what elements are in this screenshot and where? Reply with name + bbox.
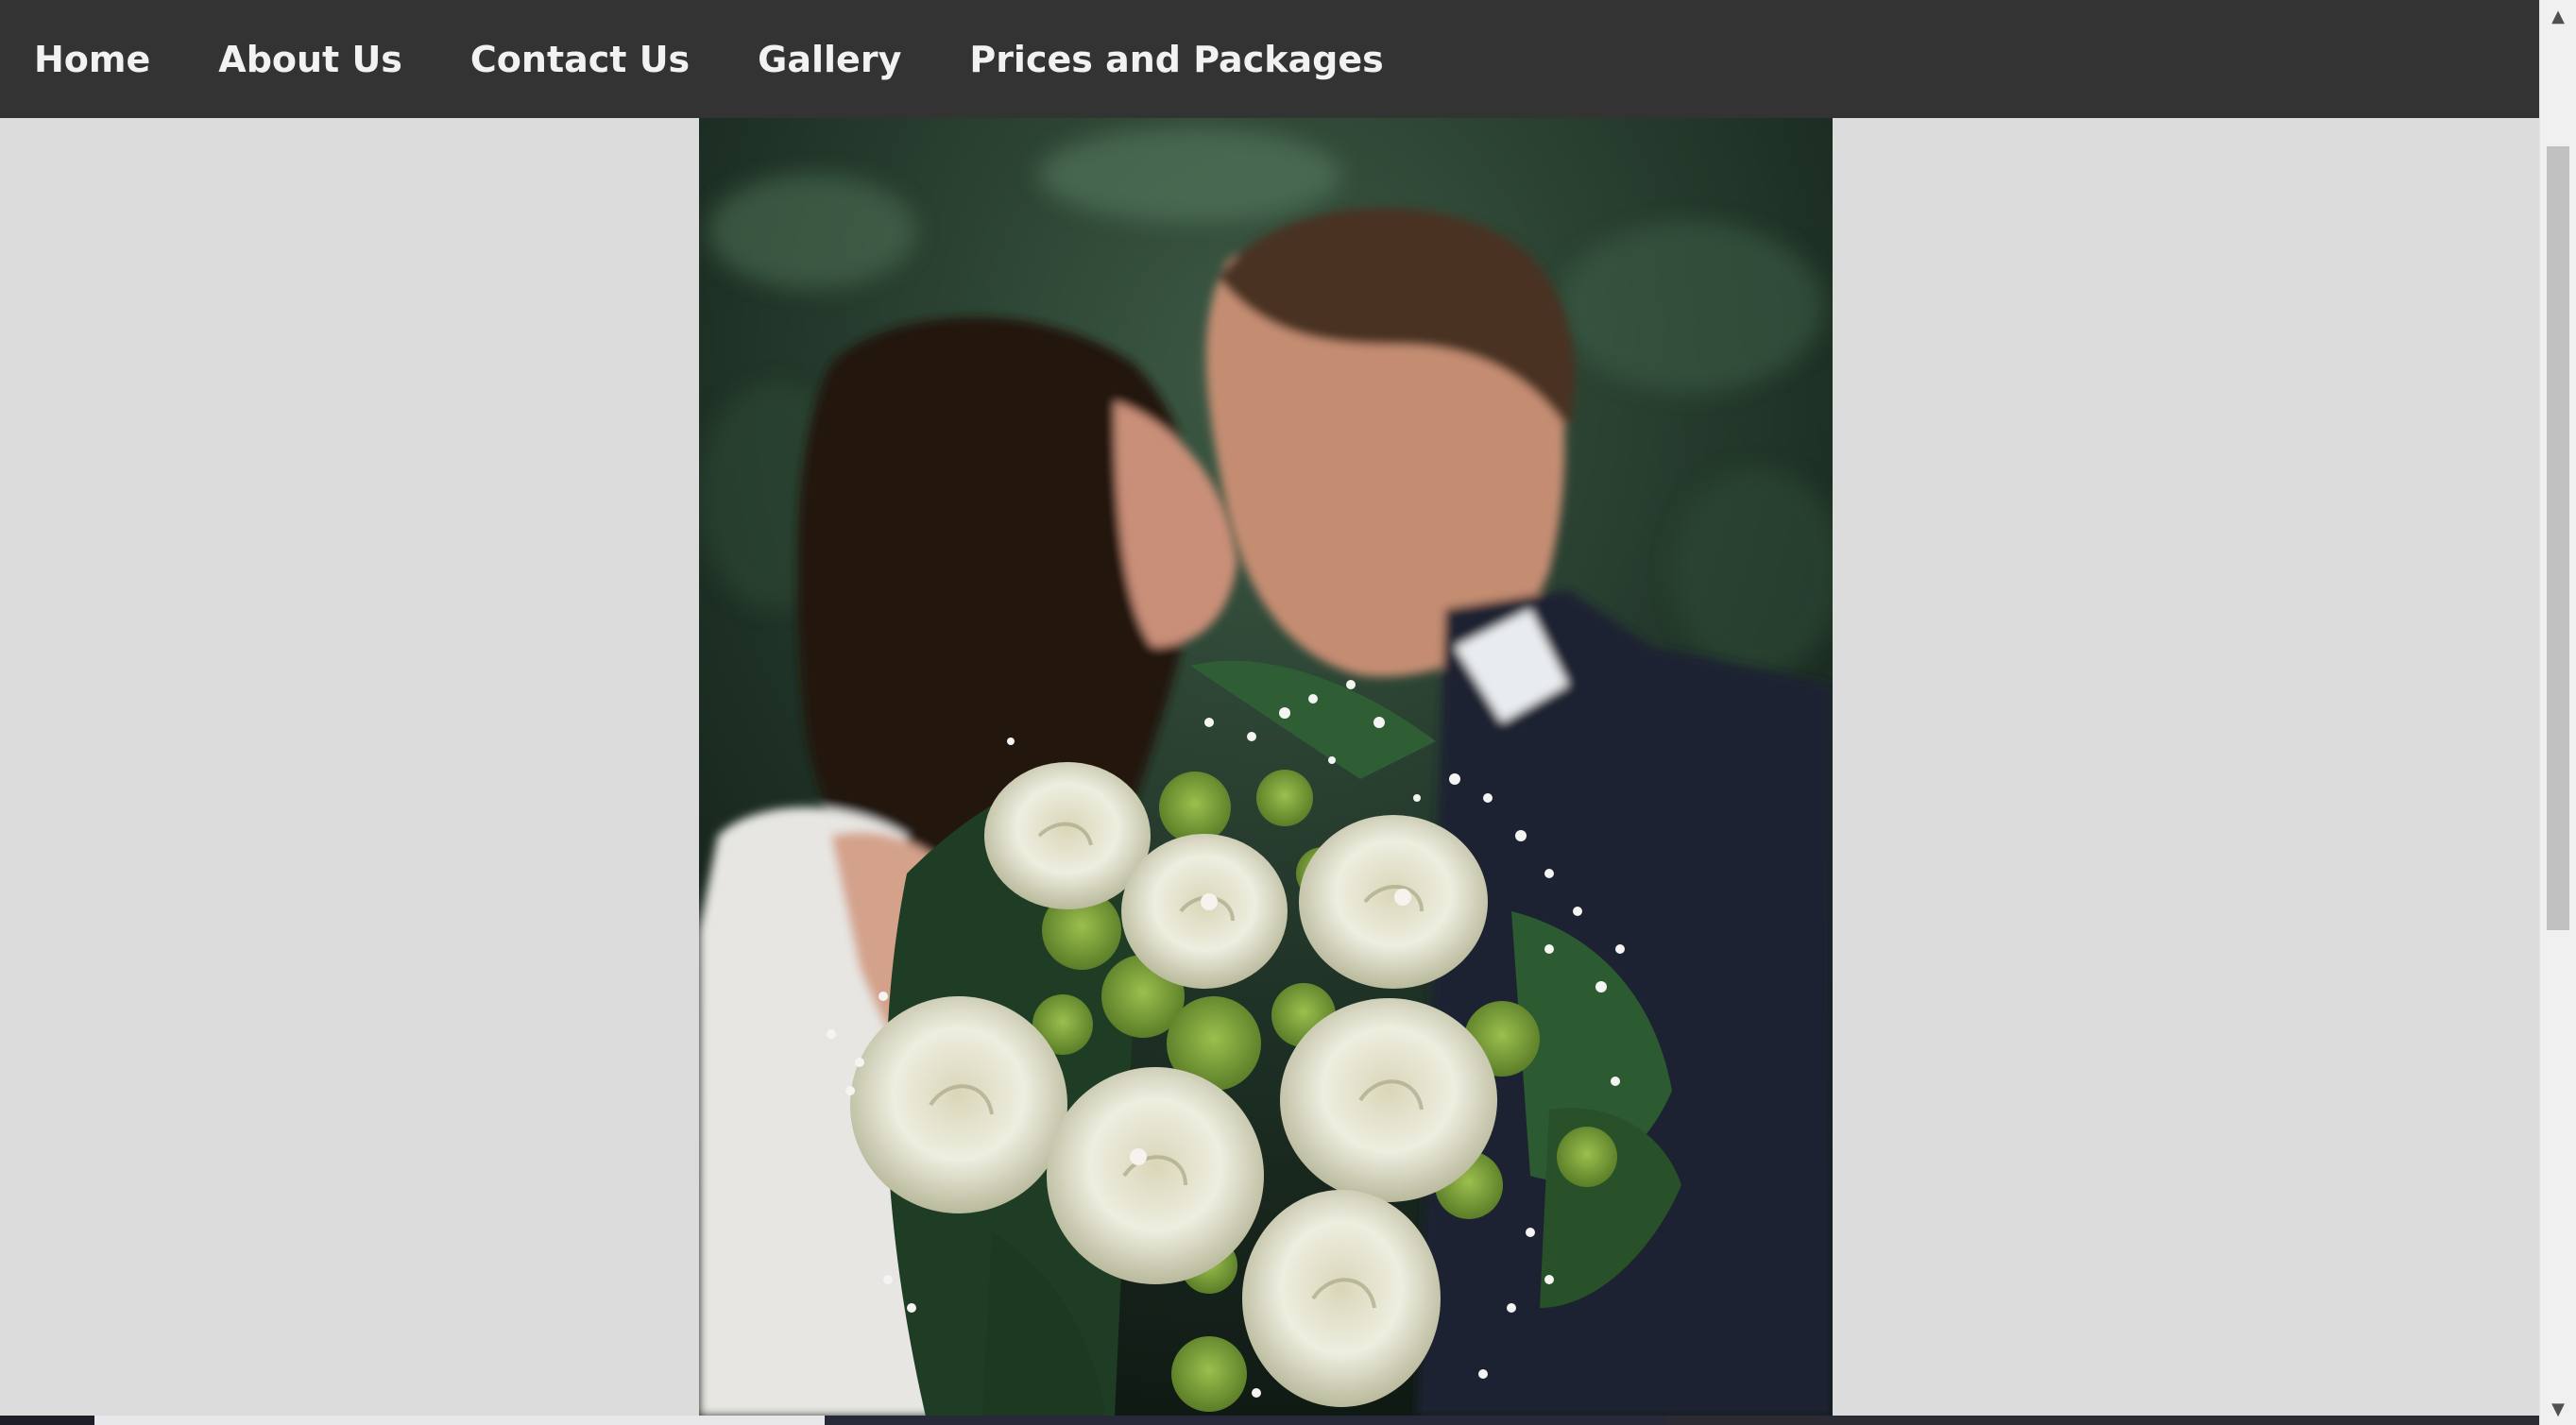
nav-link-about-us[interactable]: About Us	[184, 0, 436, 118]
triangle-up-icon[interactable]: ▲	[2540, 0, 2576, 32]
nav-link-prices-and-packages[interactable]: Prices and Packages	[935, 0, 1417, 118]
nav-link-home[interactable]: Home	[0, 0, 184, 118]
nav-link-contact-us[interactable]: Contact Us	[436, 0, 724, 118]
vertical-scrollbar[interactable]: ▲ ▼	[2539, 0, 2576, 1425]
nav-link-gallery[interactable]: Gallery	[724, 0, 935, 118]
triangle-down-icon[interactable]: ▼	[2540, 1393, 2576, 1425]
gallery-content	[699, 118, 1833, 1417]
page: Home About Us Contact Us Gallery Prices …	[0, 0, 2576, 1425]
wedding-photo	[699, 118, 1833, 1417]
next-gallery-row-strip	[0, 1416, 2540, 1425]
scrollbar-thumb[interactable]	[2547, 146, 2569, 930]
top-navigation-bar: Home About Us Contact Us Gallery Prices …	[0, 0, 2540, 118]
